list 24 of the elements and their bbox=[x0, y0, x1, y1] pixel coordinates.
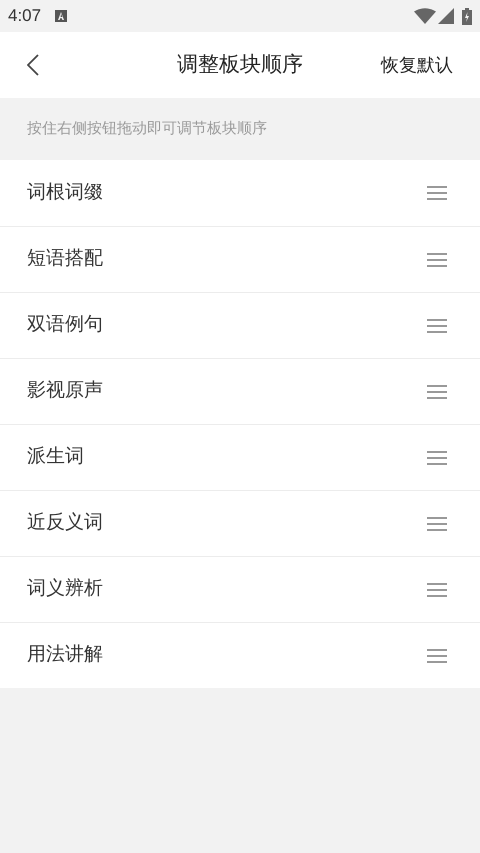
section-label: 双语例句 bbox=[27, 313, 104, 338]
section-label: 短语搭配 bbox=[27, 247, 104, 272]
restore-default-button[interactable]: 恢复默认 bbox=[381, 52, 453, 78]
wifi-icon bbox=[414, 8, 436, 24]
status-time: 4:07 bbox=[8, 5, 42, 28]
section-label: 影视原声 bbox=[27, 379, 104, 404]
drag-handle-icon[interactable] bbox=[427, 648, 447, 662]
page-title: 调整板块顺序 bbox=[177, 52, 303, 78]
section-label: 近反义词 bbox=[27, 511, 104, 536]
section-label: 词义辨析 bbox=[27, 577, 104, 602]
drag-handle-icon[interactable] bbox=[427, 516, 447, 530]
back-icon[interactable] bbox=[27, 54, 39, 76]
section-label: 派生词 bbox=[27, 445, 85, 470]
drag-handle-icon[interactable] bbox=[427, 582, 447, 596]
section-label: 用法讲解 bbox=[27, 643, 104, 668]
battery-icon bbox=[462, 8, 472, 24]
drag-handle-icon[interactable] bbox=[427, 252, 447, 266]
drag-handle-icon[interactable] bbox=[427, 384, 447, 398]
notification-icon bbox=[54, 9, 68, 23]
drag-handle-icon[interactable] bbox=[427, 450, 447, 464]
drag-handle-icon[interactable] bbox=[427, 318, 447, 332]
section-label: 词根词缀 bbox=[27, 180, 104, 205]
drag-handle-icon[interactable] bbox=[427, 186, 447, 200]
signal-icon bbox=[438, 8, 454, 24]
